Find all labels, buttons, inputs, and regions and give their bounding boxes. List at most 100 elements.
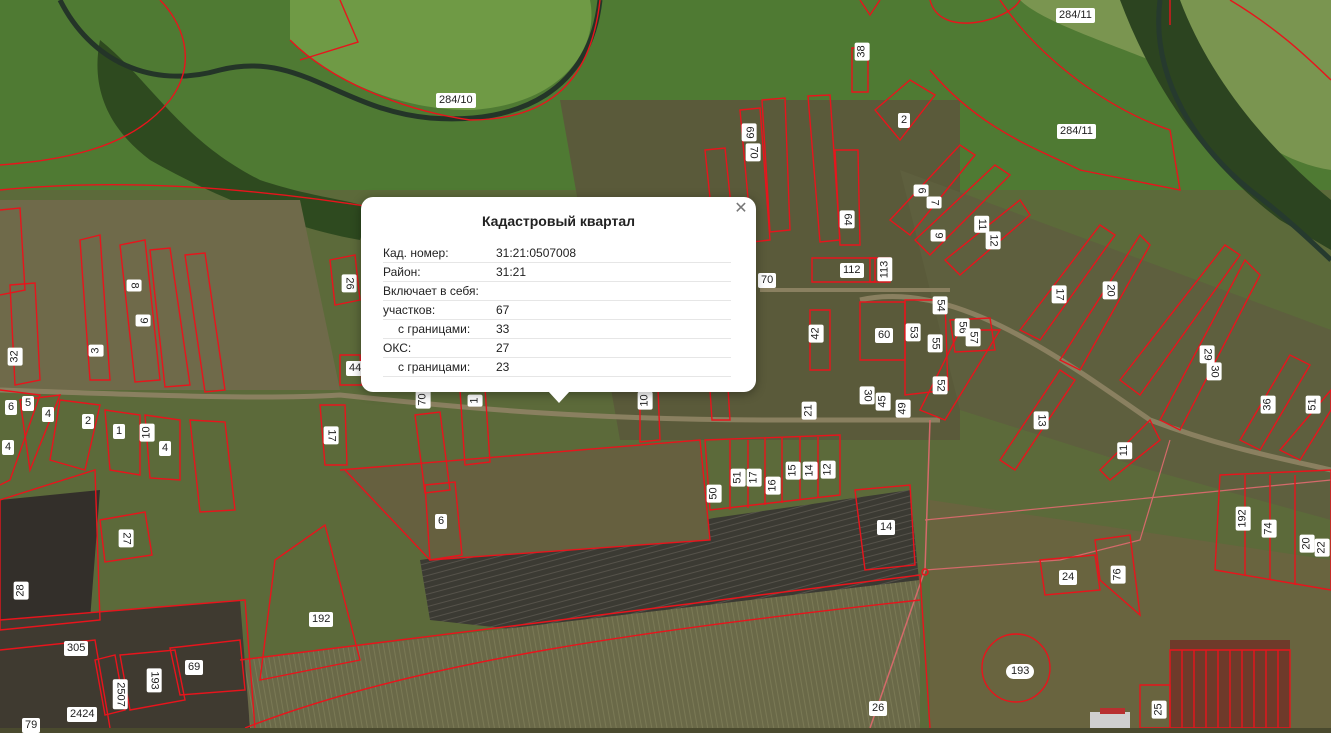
plot-number-label[interactable]: 113 [877, 257, 893, 282]
info-row: с границами: 23 [383, 357, 731, 377]
plot-number-label[interactable]: 21 [801, 401, 817, 420]
plot-number-label[interactable]: 24 [1059, 570, 1078, 585]
plot-number-label[interactable]: 25 [1151, 700, 1167, 719]
plot-number-label[interactable]: 28 [13, 581, 29, 600]
plot-number-label[interactable]: 50 [706, 484, 722, 503]
plot-number-label[interactable]: 22 [1314, 538, 1330, 557]
popup-info-table: Кад. номер: 31:21:0507008 Район: 31:21 Вкл… [383, 244, 731, 377]
info-value [496, 281, 731, 301]
village-west [0, 200, 340, 390]
plot-number-label[interactable]: 64 [839, 210, 855, 229]
plot-number-label[interactable]: 26 [869, 701, 888, 716]
plot-number-label[interactable]: 4 [2, 440, 15, 455]
plot-number-label[interactable]: 1 [467, 394, 483, 407]
plot-number-label[interactable]: 79 [22, 718, 41, 733]
field-dark-3 [0, 490, 100, 620]
plot-number-label[interactable]: 12 [820, 460, 836, 479]
info-row: с границами: 33 [383, 319, 731, 339]
plot-number-label[interactable]: 52 [932, 376, 948, 395]
plot-number-label[interactable]: 9 [135, 314, 151, 327]
plot-number-label[interactable]: 54 [932, 296, 948, 315]
plot-number-label[interactable]: 6 [913, 184, 929, 197]
plot-number-label[interactable]: 10 [139, 423, 155, 442]
plot-number-label[interactable]: 14 [802, 461, 818, 480]
plot-number-label[interactable]: 284/11 [1056, 8, 1095, 23]
plot-number-label[interactable]: 38 [854, 42, 870, 61]
plot-number-label[interactable]: 70 [745, 143, 761, 162]
plot-number-label[interactable]: 4 [159, 441, 172, 456]
plot-number-label[interactable]: 2 [898, 113, 911, 128]
plot-number-label[interactable]: 17 [746, 468, 762, 487]
plot-number-label[interactable]: 2507 [112, 679, 128, 710]
plot-number-label[interactable]: 1 [113, 424, 126, 439]
plot-number-label[interactable]: 17 [323, 426, 339, 445]
plot-number-label[interactable]: 10 [637, 391, 653, 410]
close-icon[interactable]: ✕ [732, 200, 750, 218]
plot-number-label[interactable]: 70 [415, 390, 431, 409]
plot-number-label[interactable]: 17 [1051, 285, 1067, 304]
plot-number-label[interactable]: 305 [64, 641, 89, 656]
info-label: с границами: [383, 319, 496, 339]
plot-number-label[interactable]: 7 [926, 196, 942, 209]
plot-number-label[interactable]: 192 [309, 612, 334, 627]
plot-number-label[interactable]: 6 [435, 514, 448, 529]
plot-number-label[interactable]: 26 [341, 274, 357, 293]
plot-number-label[interactable]: 29 [1199, 345, 1215, 364]
plot-number-label[interactable]: 14 [877, 520, 896, 535]
plot-number-label[interactable]: 192 [1235, 506, 1251, 531]
plot-number-label[interactable]: 27 [118, 529, 134, 548]
plot-number-label[interactable]: 36 [1260, 395, 1276, 414]
plot-number-label[interactable]: 20 [1102, 281, 1118, 300]
plot-number-label[interactable]: 76 [1110, 565, 1126, 584]
plot-number-label[interactable]: 193 [1006, 664, 1035, 679]
plot-number-label[interactable]: 284/10 [436, 93, 476, 108]
plot-number-label[interactable]: 4 [42, 407, 55, 422]
plot-number-label[interactable]: 15 [785, 461, 801, 480]
plot-number-label[interactable]: 51 [730, 468, 746, 487]
plot-number-label[interactable]: 30 [1206, 362, 1222, 381]
plot-number-label[interactable]: 55 [927, 334, 943, 353]
plot-number-label[interactable]: 20 [1299, 534, 1315, 553]
plot-number-label[interactable]: 16 [765, 476, 781, 495]
info-value: 23 [496, 357, 731, 377]
plot-number-label[interactable]: 53 [905, 323, 921, 342]
plot-number-label[interactable]: 12 [985, 231, 1001, 250]
info-value: 31:21:0507008 [496, 244, 731, 263]
info-value: 27 [496, 338, 731, 358]
plot-number-label[interactable]: 49 [895, 399, 911, 418]
plot-number-label[interactable]: 2424 [67, 707, 98, 722]
plot-number-label[interactable]: 284/11 [1057, 124, 1096, 139]
info-value: 31:21 [496, 262, 731, 282]
info-row: Кад. номер: 31:21:0507008 [383, 244, 731, 263]
plot-number-label[interactable]: 30 [859, 386, 875, 405]
cadastral-quarter-popup: Кадастровый квартал ✕ Кад. номер: 31:21:0… [361, 197, 756, 403]
plot-number-label[interactable]: 57 [965, 328, 981, 347]
plot-number-label[interactable]: 6 [5, 400, 18, 415]
plot-number-label[interactable]: 69 [185, 660, 204, 675]
info-label: с границами: [383, 357, 496, 377]
plot-number-label[interactable]: 9 [930, 229, 946, 242]
plot-number-label[interactable]: 11 [1117, 441, 1133, 460]
plot-number-label[interactable]: 13 [1033, 411, 1049, 430]
info-label: Включает в себя: [383, 281, 496, 301]
info-row: участков: 67 [383, 300, 731, 320]
plot-number-label[interactable]: 2 [82, 414, 95, 429]
plot-number-label[interactable]: 5 [22, 396, 35, 411]
plot-number-label[interactable]: 42 [808, 324, 824, 343]
plot-number-label[interactable]: 69 [741, 123, 757, 142]
plot-number-label[interactable]: 60 [875, 328, 894, 343]
plot-number-label[interactable]: 3 [88, 344, 104, 357]
info-label: Район: [383, 262, 496, 282]
plot-number-label[interactable]: 112 [840, 263, 864, 278]
plot-number-label[interactable]: 74 [1261, 519, 1277, 538]
building [1100, 708, 1125, 714]
plot-number-label[interactable]: 32 [7, 347, 23, 366]
plot-number-label[interactable]: 45 [875, 392, 891, 411]
info-value: 67 [496, 300, 731, 320]
info-value: 33 [496, 319, 731, 339]
plot-number-label[interactable]: 70 [758, 273, 777, 288]
info-label: Кад. номер: [383, 244, 496, 263]
plot-number-label[interactable]: 193 [146, 668, 162, 693]
plot-number-label[interactable]: 8 [126, 279, 142, 292]
plot-number-label[interactable]: 51 [1305, 395, 1321, 414]
